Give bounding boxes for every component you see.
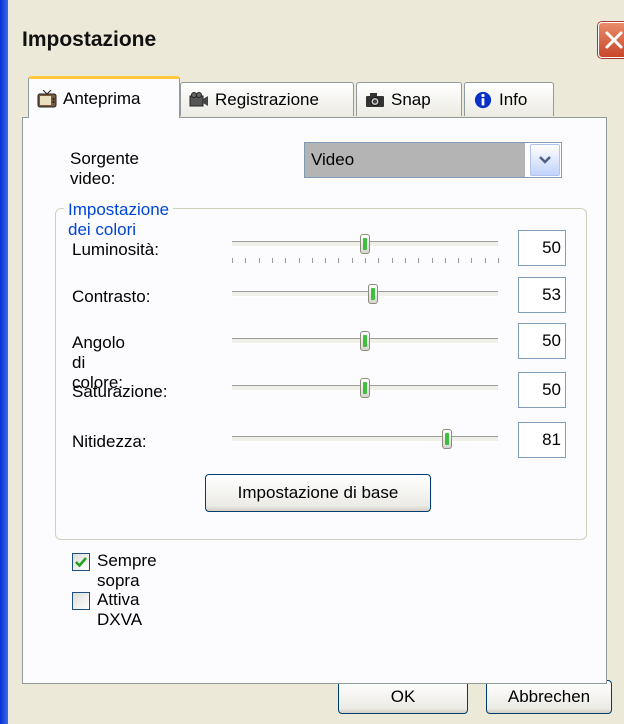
info-icon bbox=[474, 91, 492, 108]
slider-value-box[interactable]: 50 bbox=[518, 323, 566, 359]
always-on-top-checkbox[interactable] bbox=[72, 553, 90, 571]
slider-track[interactable] bbox=[232, 429, 498, 449]
slider-track[interactable] bbox=[232, 284, 498, 304]
slider-thumb[interactable] bbox=[360, 331, 370, 351]
tab-anteprima[interactable]: Anteprima bbox=[28, 76, 180, 118]
close-icon bbox=[605, 31, 623, 49]
dxva-checkbox[interactable] bbox=[72, 592, 90, 610]
tab-label: Anteprima bbox=[63, 88, 141, 108]
slider-label: Saturazione: bbox=[72, 382, 168, 401]
slider-label: Contrasto: bbox=[72, 287, 151, 306]
window-frame-edge bbox=[0, 0, 8, 724]
slider-tick bbox=[311, 258, 313, 263]
slider-tick bbox=[378, 258, 380, 263]
tab-label: Info bbox=[499, 89, 528, 109]
slider-tick bbox=[258, 258, 260, 263]
always-on-top-label[interactable]: Sempre sopra bbox=[97, 551, 157, 591]
reset-defaults-button[interactable]: Impostazione di base bbox=[205, 474, 431, 512]
close-button[interactable] bbox=[598, 22, 624, 58]
camcorder-icon bbox=[189, 91, 208, 106]
slider-tick bbox=[271, 258, 273, 263]
camera-icon bbox=[366, 92, 384, 107]
slider-tick bbox=[431, 258, 433, 263]
slider-value-box[interactable]: 50 bbox=[518, 372, 566, 408]
slider-tick bbox=[325, 258, 327, 263]
checkmark-icon bbox=[75, 557, 87, 568]
slider-tick bbox=[498, 258, 499, 263]
dropdown-button[interactable] bbox=[530, 144, 560, 176]
tab-label: Registrazione bbox=[215, 89, 319, 109]
slider-thumb[interactable] bbox=[360, 234, 370, 254]
slider-label: Luminosità: bbox=[72, 240, 159, 259]
slider-label: Nitidezza: bbox=[72, 432, 147, 451]
slider-tick bbox=[245, 258, 247, 263]
slider-thumb[interactable] bbox=[367, 284, 378, 304]
slider-tick bbox=[298, 258, 300, 263]
slider-value-box[interactable]: 50 bbox=[518, 230, 566, 266]
slider-tick bbox=[471, 258, 473, 263]
settings-window: Impostazione Anteprima Registrazione Sna… bbox=[0, 0, 624, 724]
video-source-select[interactable]: Video bbox=[304, 142, 562, 178]
source-label: Sorgente video: bbox=[70, 149, 139, 188]
slider-tick bbox=[285, 258, 287, 263]
slider-tick bbox=[391, 258, 393, 263]
slider-tick bbox=[351, 258, 353, 263]
slider-track[interactable] bbox=[232, 234, 498, 254]
slider-tick bbox=[404, 258, 406, 263]
tab-info[interactable]: Info bbox=[464, 82, 554, 116]
slider-tick bbox=[232, 258, 233, 263]
window-title: Impostazione bbox=[22, 28, 157, 51]
slider-thumb[interactable] bbox=[442, 429, 453, 449]
slider-tick bbox=[338, 258, 340, 263]
slider-tick bbox=[444, 258, 446, 263]
slider-tick bbox=[365, 258, 366, 263]
slider-value-box[interactable]: 81 bbox=[518, 422, 566, 458]
video-source-value: Video bbox=[305, 143, 525, 177]
slider-tick bbox=[484, 258, 486, 263]
slider-tick bbox=[458, 258, 460, 263]
title-bar[interactable]: Impostazione bbox=[8, 0, 624, 64]
chevron-down-icon bbox=[539, 156, 551, 164]
cancel-button[interactable]: Abbrechen bbox=[486, 680, 612, 714]
slider-value-box[interactable]: 53 bbox=[518, 277, 566, 313]
slider-track[interactable] bbox=[232, 331, 498, 351]
slider-ticks bbox=[232, 258, 499, 264]
slider-tick bbox=[418, 258, 420, 263]
tab-label: Snap bbox=[391, 89, 431, 109]
dxva-label[interactable]: Attiva DXVA bbox=[97, 590, 142, 630]
color-settings-title: Impostazione dei colori bbox=[64, 200, 174, 240]
tab-registrazione[interactable]: Registrazione bbox=[180, 82, 354, 116]
tv-icon bbox=[37, 89, 57, 107]
tab-snap[interactable]: Snap bbox=[356, 82, 462, 116]
ok-button[interactable]: OK bbox=[338, 680, 468, 714]
slider-thumb[interactable] bbox=[360, 378, 370, 398]
slider-track[interactable] bbox=[232, 378, 498, 398]
